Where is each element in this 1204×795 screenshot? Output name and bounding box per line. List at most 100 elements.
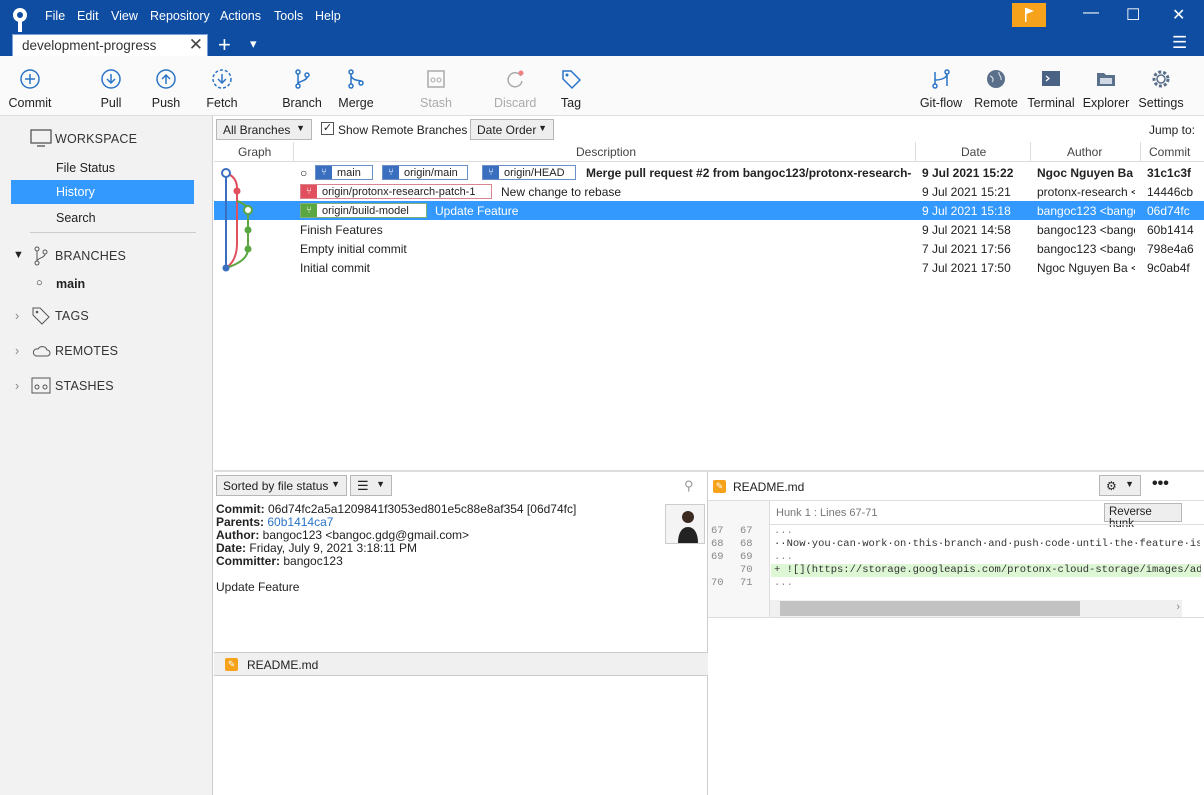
list-view-icon: ☰ bbox=[357, 478, 369, 493]
col-date[interactable]: Date bbox=[961, 145, 986, 159]
hamburger-menu-icon[interactable]: ☰ bbox=[1172, 33, 1187, 53]
committer-value: bangoc123 bbox=[283, 554, 343, 568]
more-options-icon[interactable]: ••• bbox=[1152, 475, 1169, 493]
horizontal-scrollbar[interactable]: › bbox=[770, 600, 1182, 617]
remotes-header[interactable]: REMOTES bbox=[55, 344, 118, 358]
menu-file[interactable]: File bbox=[45, 9, 65, 23]
commit-row-selected[interactable]: ⑂ origin/build-model Update Feature 9 Jul… bbox=[214, 201, 1204, 220]
stash-label: Stash bbox=[420, 96, 452, 110]
tag-button[interactable]: Tag bbox=[558, 68, 584, 110]
show-remote-checkbox[interactable]: ✓ bbox=[321, 122, 334, 135]
notification-flag-icon[interactable] bbox=[1012, 3, 1046, 27]
commit-row[interactable]: Finish Features 9 Jul 2021 14:58 bangoc1… bbox=[214, 220, 1204, 239]
scrollbar-thumb[interactable] bbox=[780, 601, 1080, 616]
stash-button[interactable]: Stash bbox=[418, 68, 454, 110]
branch-item-main[interactable]: main bbox=[56, 277, 85, 291]
menu-actions[interactable]: Actions bbox=[220, 9, 261, 23]
new-tab-button[interactable]: + bbox=[218, 32, 231, 58]
branch-chip-icon: ⑂ bbox=[316, 166, 332, 179]
diff-lines: 67 67... 68 68 ··Now·you·can·work·on·this·b… bbox=[708, 525, 1204, 590]
reverse-hunk-button[interactable]: Reverse hunk bbox=[1104, 503, 1182, 530]
commit-row[interactable]: ⑂ origin/protonx-research-patch-1 New cha… bbox=[214, 182, 1204, 201]
sort-files-dropdown[interactable]: Sorted by file status ▼ bbox=[216, 475, 347, 496]
maximize-button[interactable]: ☐ bbox=[1126, 5, 1140, 25]
branch-chip[interactable]: ⑂ origin/main bbox=[382, 165, 468, 180]
col-commit[interactable]: Commit bbox=[1149, 145, 1190, 159]
branch-chip[interactable]: ⑂ origin/HEAD bbox=[482, 165, 576, 180]
branch-chip[interactable]: ⑂ origin/protonx-research-patch-1 bbox=[300, 184, 492, 199]
branch-button[interactable]: Branch bbox=[282, 68, 322, 110]
col-author[interactable]: Author bbox=[1067, 145, 1102, 159]
menu-tools[interactable]: Tools bbox=[274, 9, 303, 23]
terminal-button[interactable]: Terminal bbox=[1026, 68, 1076, 110]
stashes-expand-chevron-icon[interactable]: › bbox=[15, 379, 19, 393]
repo-tab[interactable]: development-progress ✕ bbox=[12, 34, 208, 56]
explorer-label: Explorer bbox=[1082, 96, 1130, 110]
search-icon[interactable]: ⚲ bbox=[684, 478, 694, 494]
stashes-header[interactable]: STASHES bbox=[55, 379, 114, 393]
cloud-icon bbox=[32, 346, 51, 357]
menu-edit[interactable]: Edit bbox=[77, 9, 99, 23]
terminal-icon bbox=[1042, 71, 1060, 86]
scroll-right-arrow-icon[interactable]: › bbox=[1176, 601, 1180, 613]
author-avatar bbox=[665, 504, 705, 544]
commit-description: New change to rebase bbox=[501, 185, 622, 199]
commit-date: 9 Jul 2021 15:22 bbox=[922, 166, 1014, 180]
tag-label: Tag bbox=[560, 96, 582, 110]
fetch-button[interactable]: Fetch bbox=[204, 68, 240, 110]
diff-options-dropdown[interactable]: ⚙ ▼ bbox=[1099, 475, 1141, 496]
gitflow-button[interactable]: Git-flow bbox=[917, 68, 965, 110]
parent-link[interactable]: 60b1414ca7 bbox=[267, 515, 333, 529]
commit-row[interactable]: Initial commit 7 Jul 2021 17:50 Ngoc Ngu… bbox=[214, 258, 1204, 277]
sourcetree-logo-icon bbox=[13, 8, 27, 32]
branches-expand-chevron-icon[interactable]: ▼ bbox=[13, 249, 24, 261]
close-tab-icon[interactable]: ✕ bbox=[189, 35, 203, 55]
commit-hash: 798e4a6 bbox=[1147, 242, 1194, 256]
repo-tab-label: development-progress bbox=[22, 38, 157, 53]
view-mode-dropdown[interactable]: ☰ ▼ bbox=[350, 475, 392, 496]
menu-repository[interactable]: Repository bbox=[150, 9, 210, 23]
close-window-button[interactable]: ✕ bbox=[1172, 5, 1185, 25]
branch-chip[interactable]: ⑂ origin/build-model bbox=[300, 203, 427, 218]
history-column-headers: Graph Description Date Author Commit bbox=[214, 142, 1204, 162]
tags-expand-chevron-icon[interactable]: › bbox=[15, 309, 19, 323]
branch-filter-dropdown[interactable]: All Branches ▼ bbox=[216, 119, 312, 140]
tab-list-dropdown-icon[interactable]: ▾ bbox=[250, 36, 257, 52]
commit-date: 7 Jul 2021 17:56 bbox=[922, 242, 1011, 256]
discard-button[interactable]: Discard bbox=[494, 68, 536, 110]
col-divider bbox=[1030, 142, 1031, 162]
commit-row[interactable]: Empty initial commit 7 Jul 2021 17:56 ba… bbox=[214, 239, 1204, 258]
terminal-label: Terminal bbox=[1027, 96, 1075, 110]
remotes-expand-chevron-icon[interactable]: › bbox=[15, 344, 19, 358]
merge-button[interactable]: Merge bbox=[337, 68, 375, 110]
merge-label: Merge bbox=[338, 96, 374, 110]
sidebar-item-file-status[interactable]: File Status bbox=[56, 161, 115, 175]
changed-file-row[interactable]: ✎ README.md bbox=[214, 652, 708, 676]
hunk-header: Hunk 1 : Lines 67-71 bbox=[776, 507, 878, 519]
push-button[interactable]: Push bbox=[150, 68, 182, 110]
branches-header[interactable]: BRANCHES bbox=[55, 249, 126, 263]
sidebar-item-search[interactable]: Search bbox=[56, 211, 96, 225]
order-dropdown[interactable]: Date Order ▼ bbox=[470, 119, 554, 140]
diff-line-text: ··Now·you·can·work·on·this·branch·and·pu… bbox=[774, 538, 1200, 550]
pull-button[interactable]: Pull bbox=[96, 68, 126, 110]
diff-line-text: + ![](https://storage.googleapis.com/pro… bbox=[771, 564, 1201, 577]
commit-row[interactable]: ○ ⑂ main ⑂ origin/main ⑂ origin/HEAD Merge … bbox=[214, 163, 1204, 182]
sidebar-item-history[interactable]: History bbox=[11, 180, 194, 204]
minimize-button[interactable]: — bbox=[1083, 4, 1099, 22]
commit-hash: 9c0ab4f bbox=[1147, 261, 1190, 275]
col-graph[interactable]: Graph bbox=[238, 145, 271, 159]
settings-button[interactable]: Settings bbox=[1138, 68, 1184, 110]
jump-to-label: Jump to: bbox=[1149, 123, 1196, 137]
tags-header[interactable]: TAGS bbox=[55, 309, 89, 323]
commit-button[interactable]: Commit bbox=[7, 68, 53, 110]
commit-message: Update Feature bbox=[216, 580, 300, 594]
branch-chip[interactable]: ⑂ main bbox=[315, 165, 373, 180]
branch-label: Branch bbox=[282, 96, 322, 110]
menu-help[interactable]: Help bbox=[315, 9, 341, 23]
show-remote-label: Show Remote Branches bbox=[338, 123, 468, 137]
explorer-button[interactable]: Explorer bbox=[1082, 68, 1130, 110]
remote-button[interactable]: Remote bbox=[974, 68, 1018, 110]
col-description[interactable]: Description bbox=[576, 145, 636, 159]
menu-view[interactable]: View bbox=[111, 9, 138, 23]
